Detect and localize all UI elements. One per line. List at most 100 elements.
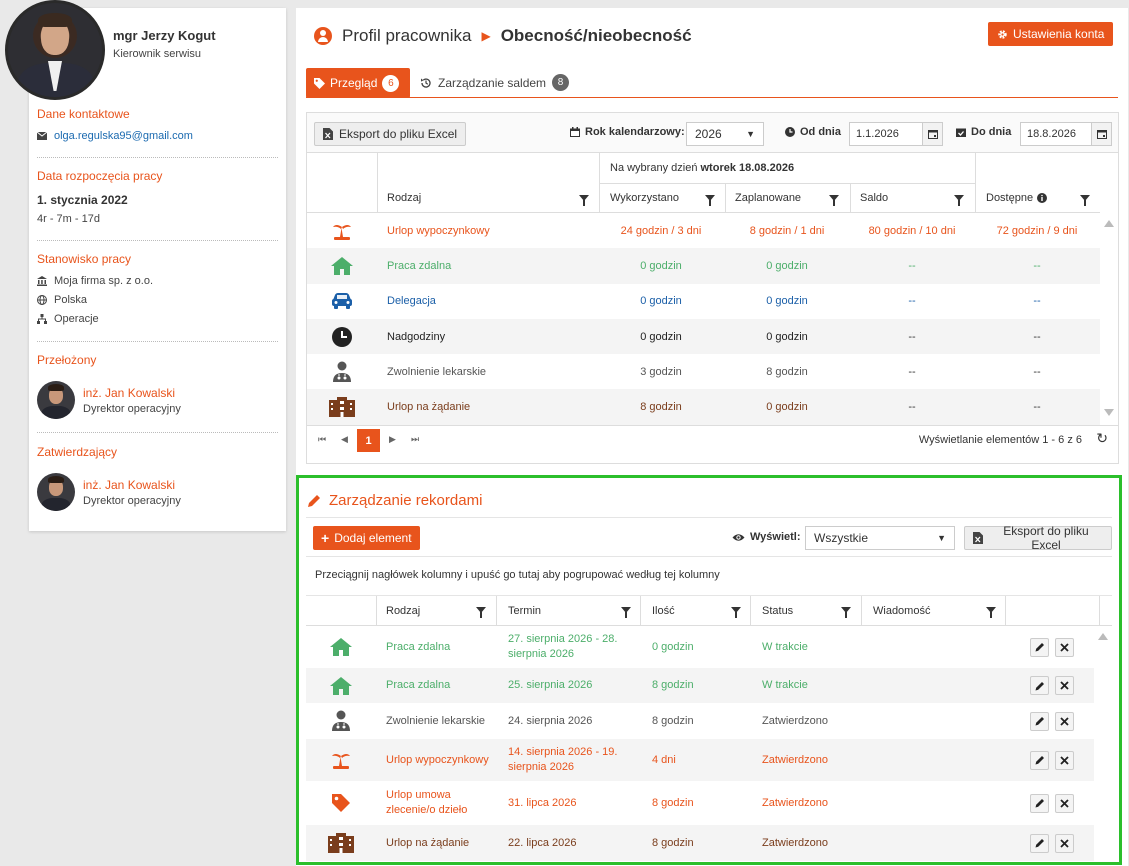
filter-icon[interactable] (476, 607, 486, 618)
delete-x-icon[interactable] (1055, 711, 1074, 731)
email-link[interactable]: olga.regulska95@gmail.com (54, 130, 193, 142)
supervisor-name[interactable]: inż. Jan Kowalski (83, 386, 181, 400)
col-header-balance[interactable]: Saldo (860, 192, 888, 204)
record-quantity: 8 godzin (652, 714, 694, 727)
planned-value: 8 godzin (766, 365, 808, 378)
tab-overview[interactable]: Przegląd 6 (306, 68, 410, 98)
add-element-button[interactable]: + Dodaj element (313, 526, 420, 550)
approver-title: Zatwierdzający (37, 445, 118, 459)
divider (37, 341, 278, 342)
page-number-current[interactable]: 1 (357, 429, 380, 452)
calendar-picker-icon[interactable] (922, 123, 942, 145)
used-value: 0 godzin (640, 330, 682, 343)
scroll-down-icon[interactable] (1104, 409, 1114, 416)
record-status: W trakcie (762, 640, 808, 653)
last-page-icon[interactable]: ⏭ (411, 434, 419, 445)
tenure: 4r - 7m - 17d (37, 213, 100, 225)
delete-x-icon[interactable] (1055, 793, 1074, 813)
col-header-term[interactable]: Termin (508, 605, 541, 617)
table-row[interactable]: Nadgodziny 0 godzin 0 godzin -- -- (307, 318, 1100, 355)
approver-name[interactable]: inż. Jan Kowalski (83, 478, 181, 492)
filter-icon[interactable] (579, 195, 589, 206)
divider (37, 157, 278, 158)
col-header-status[interactable]: Status (762, 605, 793, 617)
col-header-type[interactable]: Rodzaj (386, 605, 420, 617)
excel-file-icon (323, 128, 333, 140)
page-title: Obecność/nieobecność (500, 26, 692, 45)
record-quantity: 4 dni (652, 753, 676, 766)
records-export-excel-button[interactable]: Eksport do pliku Excel (964, 524, 1112, 552)
group-drop-zone[interactable]: Przeciągnij nagłówek kolumny i upuść go … (306, 558, 1112, 596)
edit-pencil-icon[interactable] (1030, 711, 1049, 731)
delete-x-icon[interactable] (1055, 637, 1074, 657)
table-row[interactable]: Delegacja 0 godzin 0 godzin -- -- (307, 284, 1100, 319)
balance-value: -- (908, 259, 916, 272)
planned-value: 8 godzin / 1 dni (749, 224, 825, 237)
col-header-available[interactable]: Dostępne (986, 192, 1048, 204)
breadcrumb-section[interactable]: Profil pracownika (342, 26, 471, 46)
tab-overview-label: Przegląd (330, 76, 378, 90)
col-header-quantity[interactable]: Ilość (652, 605, 675, 617)
col-header-planned[interactable]: Zaplanowane (735, 192, 801, 204)
table-row[interactable]: Urlop umowa zlecenie/o dzieło 31. lipca 2… (306, 781, 1094, 825)
delete-x-icon[interactable] (1055, 833, 1074, 853)
record-type-name: Urlop na żądanie (386, 836, 470, 849)
record-type-name: Zwolnienie lekarskie (386, 714, 486, 727)
edit-pencil-icon[interactable] (1030, 793, 1049, 813)
year-select-value: 2026 (695, 127, 722, 141)
record-term: 24. sierpnia 2026 (508, 714, 593, 727)
info-icon[interactable] (1037, 193, 1048, 203)
position-title: Stanowisko pracy (37, 252, 132, 266)
filter-icon[interactable] (705, 195, 715, 206)
table-row[interactable]: Zwolnienie lekarskie 24. sierpnia 2026 8 g… (306, 703, 1094, 739)
table-row[interactable]: Zwolnienie lekarskie 3 godzin 8 godzin -- -- (307, 354, 1100, 389)
delete-x-icon[interactable] (1055, 750, 1074, 770)
export-excel-button[interactable]: Eksport do pliku Excel (314, 122, 467, 146)
table-row[interactable]: Urlop na żądanie 8 godzin 0 godzin -- -- (307, 389, 1100, 425)
table-row[interactable]: Praca zdalna 25. sierpnia 2026 8 godzin W t… (306, 668, 1094, 703)
edit-pencil-icon[interactable] (1030, 676, 1049, 695)
scroll-up-icon[interactable] (1104, 220, 1114, 227)
filter-icon[interactable] (1080, 195, 1090, 206)
table-row[interactable]: Praca zdalna 0 godzin 0 godzin -- -- (307, 248, 1100, 284)
show-filter-select[interactable]: Wszystkie ▼ (805, 526, 955, 550)
prev-page-icon[interactable]: ◀ (341, 434, 348, 445)
table-row[interactable]: Praca zdalna 27. sierpnia 2026 - 28. sier… (306, 626, 1094, 668)
refresh-icon[interactable]: ↻ (1096, 430, 1108, 447)
from-date-input[interactable]: 1.1.2026 (849, 122, 943, 146)
clock-icon (785, 127, 795, 137)
account-settings-button[interactable]: Ustawienia konta (988, 22, 1114, 46)
filter-icon[interactable] (954, 195, 964, 206)
overview-header: Na wybrany dzień wtorek 18.08.2026 Rodza… (307, 153, 1100, 213)
table-row[interactable]: Urlop wypoczynkowy 24 godzin / 3 dni 8 god… (307, 213, 1100, 248)
edit-pencil-icon[interactable] (1030, 750, 1049, 770)
col-header-message[interactable]: Wiadomość (873, 605, 930, 617)
filter-icon[interactable] (731, 607, 741, 618)
table-row[interactable]: Urlop na żądanie 22. lipca 2026 8 godzin Za… (306, 825, 1094, 861)
col-header-used[interactable]: Wykorzystano (610, 192, 679, 204)
records-scrollbar[interactable] (1094, 626, 1112, 858)
year-select[interactable]: 2026 ▼ (686, 122, 764, 146)
scroll-up-icon[interactable] (1098, 633, 1108, 640)
delete-x-icon[interactable] (1055, 676, 1074, 695)
next-page-icon[interactable]: ▶ (389, 434, 396, 445)
record-quantity: 8 godzin (652, 836, 694, 849)
overview-scrollbar[interactable] (1100, 213, 1118, 427)
filter-icon[interactable] (841, 607, 851, 618)
filter-icon[interactable] (621, 607, 631, 618)
start-date-title: Data rozpoczęcia pracy (37, 169, 163, 183)
col-header-type[interactable]: Rodzaj (387, 192, 421, 204)
supervisor-avatar (37, 381, 75, 419)
tab-balance[interactable]: Zarządzanie saldem 8 (420, 74, 570, 91)
filter-icon[interactable] (986, 607, 996, 618)
approver-role: Dyrektor operacyjny (83, 494, 181, 507)
filter-icon[interactable] (829, 195, 839, 206)
calendar-picker-icon[interactable] (1091, 123, 1111, 145)
first-page-icon[interactable]: ⏮ (318, 434, 326, 445)
edit-pencil-icon[interactable] (1030, 833, 1049, 853)
balance-value: -- (908, 401, 916, 414)
table-row[interactable]: Urlop wypoczynkowy 14. sierpnia 2026 - 19… (306, 739, 1094, 781)
available-value: -- (1033, 330, 1041, 343)
edit-pencil-icon[interactable] (1030, 637, 1049, 657)
to-date-input[interactable]: 18.8.2026 (1020, 122, 1112, 146)
